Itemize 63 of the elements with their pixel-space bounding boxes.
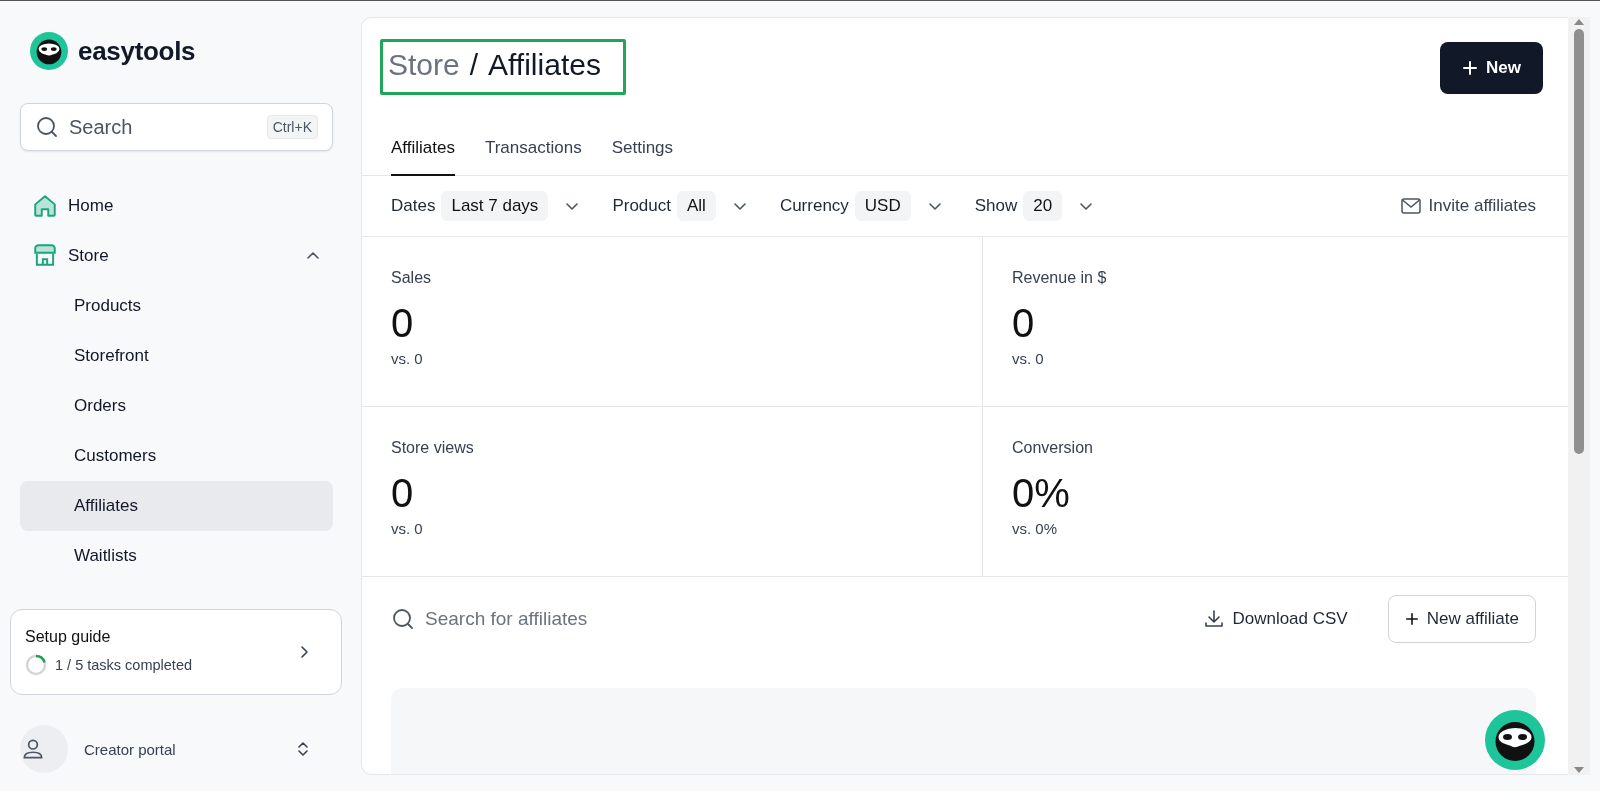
store-icon <box>32 243 58 269</box>
stat-label: Conversion <box>1012 439 1094 457</box>
scroll-down-icon <box>1573 765 1585 775</box>
filter-dropdown[interactable]: Last 7 days <box>441 191 549 221</box>
plus-icon <box>1462 60 1479 76</box>
sidebar-subitem[interactable]: Orders <box>20 381 333 431</box>
search-icon <box>35 115 59 139</box>
sidebar-item[interactable]: Store <box>20 231 333 281</box>
stat-value: 0 <box>1012 301 1036 346</box>
progress-ring <box>25 654 47 676</box>
stat-label: Revenue in $ <box>1012 269 1108 287</box>
tab[interactable]: Affiliates <box>391 138 455 176</box>
tab[interactable]: Transactions <box>484 138 582 176</box>
new-affiliate-button[interactable]: New affiliate <box>1387 595 1536 643</box>
breadcrumb-link[interactable]: Store <box>388 48 460 82</box>
stat-comparison: vs. 0 <box>391 350 424 367</box>
plus-icon <box>1404 612 1419 626</box>
invite-link[interactable]: Invite affiliates <box>1428 196 1536 216</box>
filter-label: Currency <box>779 196 849 216</box>
filter-dropdown[interactable]: USD <box>854 191 911 221</box>
sidebar-subitem[interactable]: Waitlists <box>20 531 333 581</box>
filter-label: Show <box>974 196 1018 216</box>
home-icon <box>32 193 58 219</box>
stat-value: 0% <box>1012 471 1071 516</box>
filter-label: Product <box>612 196 671 216</box>
progress-text: 1 / 5 tasks completed <box>55 657 192 673</box>
stat-comparison: vs. 0 <box>391 520 424 537</box>
tab[interactable]: Settings <box>611 138 674 176</box>
setup-guide-card[interactable]: Setup guide 1 / 5 tasks completed <box>10 609 342 695</box>
sidebar-subitem[interactable]: Products <box>20 281 333 331</box>
scrollbar-thumb[interactable] <box>1574 29 1584 454</box>
stat-value: 0 <box>391 471 415 516</box>
filter-label: Dates <box>391 196 436 216</box>
stat-comparison: vs. 0 <box>1012 350 1045 367</box>
scrollbar[interactable] <box>1568 17 1590 775</box>
setup-guide-title: Setup guide <box>25 628 112 646</box>
updown-icon <box>295 741 311 757</box>
new-button[interactable]: New <box>1440 42 1543 94</box>
sidebar-subitem[interactable]: Customers <box>20 431 333 481</box>
mail-icon <box>1400 198 1421 214</box>
sidebar-item[interactable]: Home <box>20 181 333 231</box>
stat-comparison: vs. 0% <box>1012 520 1058 537</box>
stat-label: Sales <box>391 269 433 287</box>
search-field[interactable]: Search Ctrl+K <box>20 103 333 151</box>
download-button[interactable]: Download CSV <box>1204 609 1348 629</box>
sidebar-subitem[interactable]: Storefront <box>20 331 333 381</box>
search-field[interactable]: Search for affiliates <box>391 607 1195 631</box>
download-icon <box>1204 609 1225 629</box>
scroll-up-icon <box>1573 17 1585 27</box>
stat-value: 0 <box>391 301 415 346</box>
stat-label: Store views <box>391 439 475 457</box>
logo-icon <box>30 32 68 70</box>
sidebar-subitem[interactable]: Affiliates <box>20 481 333 531</box>
chat-button[interactable] <box>1485 710 1545 770</box>
brand-name: easytools <box>78 35 196 67</box>
filter-dropdown[interactable]: All <box>676 191 716 221</box>
filter-dropdown[interactable]: 20 <box>1023 191 1063 221</box>
shortcut-hint: Ctrl+K <box>266 115 318 139</box>
breadcrumb-separator: / <box>469 48 479 82</box>
search-icon <box>391 607 415 631</box>
sloth-icon <box>1485 710 1545 770</box>
page-title: Affiliates <box>488 48 601 82</box>
account-switcher[interactable]: Creator portal <box>84 740 279 758</box>
